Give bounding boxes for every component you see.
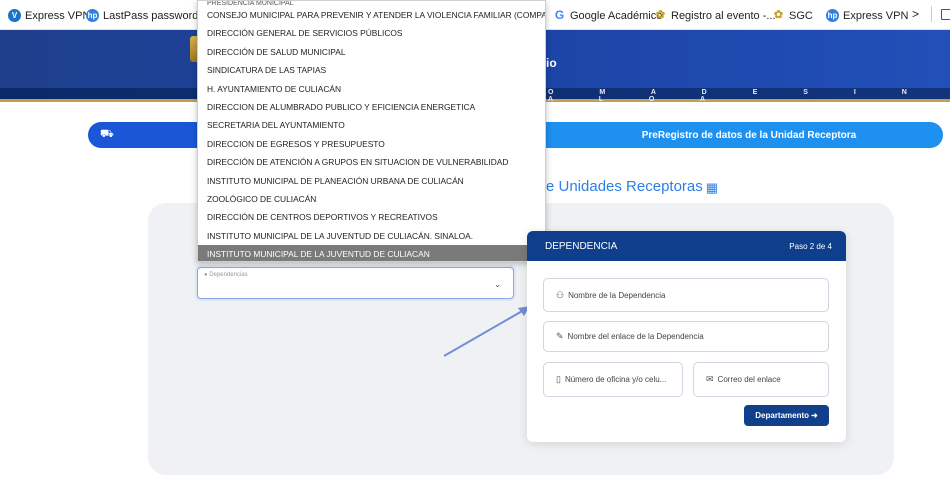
dropdown-option-selected[interactable]: INSTITUTO MUNICIPAL DE LA JUVENTUD DE CU… [198,245,545,261]
bookmark-sgc[interactable]: ✿ SGC [772,9,813,22]
dependencia-card: DEPENDENCIA Paso 2 de 4 ⚇ Nombre de la D… [527,231,846,442]
correo-enlace-field[interactable]: ✉ Correo del enlace [693,362,829,397]
annotation-arrow [443,306,530,357]
button-label: Departamento [755,411,810,420]
field-placeholder: Número de oficina y/o celu... [564,375,667,384]
dropdown-option[interactable]: DIRECCION DE EGRESOS Y PRESUPUESTO [198,135,545,153]
lastpass-icon: hp [86,9,99,22]
toolbar-divider [931,6,932,22]
arrow-right-icon: ➜ [811,411,818,420]
bookmark-google-academico[interactable]: G Google Académico [553,8,663,22]
users-icon: ⚇ [556,289,565,300]
truck-icon: ⛟ [100,128,114,140]
dropdown-option[interactable]: INSTITUTO MUNICIPAL DE LA JUVENTUD DE CU… [198,227,545,245]
dropdown-option[interactable]: DIRECCIÓN DE SALUD MUNICIPAL [198,43,545,61]
dropdown-option[interactable]: H. AYUNTAMIENTO DE CULIACÁN [198,80,545,98]
nav-step-preregistro[interactable]: PreRegistro de datos de la Unidad Recept… [545,122,943,148]
dropdown-option[interactable]: DIRECCIÓN DE CENTROS DEPORTIVOS Y RECREA… [198,208,545,226]
bookmark-label: Registro al evento -... [671,9,776,22]
envelope-icon: ✉ [706,374,714,384]
card-title: DEPENDENCIA [545,240,618,252]
dependencias-label: ● Dependencias [204,272,248,278]
numero-oficina-field[interactable]: ▯ Número de oficina y/o celu... [543,362,683,397]
bookmark-registro-evento[interactable]: ✿ Registro al evento -... [654,9,776,22]
bookmark-lastpass[interactable]: hp LastPass password... [86,9,208,22]
section-title: e Unidades Receptoras ▦ [546,178,720,195]
dropdown-option[interactable]: SECRETARIA DEL AYUNTAMIENTO [198,116,545,134]
dropdown-option[interactable]: ZOOLÓGICO DE CULIACÁN [198,190,545,208]
bookmark-label: Google Académico [570,9,663,22]
bookmarks-more-chevron-icon[interactable]: > [912,7,919,21]
phone-icon: ▯ [556,374,561,384]
card-header: DEPENDENCIA Paso 2 de 4 [527,231,846,261]
dropdown-option[interactable]: DIRECCIÓN DE ATENCIÓN A GRUPOS EN SITUAC… [198,153,545,171]
user-edit-icon: ✎ [556,331,564,341]
field-placeholder: Nombre de la Dependencia [568,290,666,300]
field-placeholder: Correo del enlace [717,375,781,384]
dependencias-select[interactable]: ● Dependencias ⌄ [197,267,514,299]
nombre-dependencia-field[interactable]: ⚇ Nombre de la Dependencia [543,278,829,312]
google-icon: G [554,8,565,22]
dropdown-option[interactable]: DIRECCION DE ALUMBRADO PUBLICO Y EFICIEN… [198,98,545,116]
dropdown-option[interactable]: DIRECCIÓN GENERAL DE SERVICIOS PÚBLICOS [198,24,545,42]
bookmark-label: SGC [789,9,813,22]
bookmark-express-vpn-2[interactable]: hp Express VPN [826,9,908,22]
registro-icon: ✿ [655,9,666,21]
nav-step-vehicle[interactable]: ⛟ [88,122,208,148]
header-title: io [546,56,557,70]
bookmark-express-vpn[interactable]: V Express VPN [8,9,90,22]
bookmark-label: Express VPN [843,9,909,22]
nombre-enlace-field[interactable]: ✎ Nombre del enlace de la Dependencia [543,321,829,352]
express-vpn-icon: hp [826,9,839,22]
building-icon: ▦ [705,180,719,195]
departamento-button[interactable]: Departamento ➜ [744,405,829,426]
folder-icon[interactable] [941,9,950,20]
bookmark-label: LastPass password... [103,9,208,22]
dropdown-option[interactable]: INSTITUTO MUNICIPAL DE PLANEACIÓN URBANA… [198,172,545,190]
dropdown-option[interactable]: SINDICATURA DE LAS TAPIAS [198,61,545,79]
dropdown-option[interactable]: CONSEJO MUNICIPAL PARA PREVENIR Y ATENDE… [198,6,545,24]
step-indicator: Paso 2 de 4 [789,241,832,251]
bookmark-label: Express VPN [25,9,91,22]
field-placeholder: Nombre del enlace de la Dependencia [567,332,704,341]
dependencias-dropdown-list[interactable]: PRESIDENCIA MUNICIPAL CONSEJO MUNICIPAL … [197,0,546,262]
sgc-icon: ✿ [773,9,784,21]
section-title-text: e Unidades Receptoras [546,178,703,195]
express-vpn-icon: V [8,9,21,22]
nav-step-label: PreRegistro de datos de la Unidad Recept… [641,129,857,141]
header-subbar-text: O M A D E S I N A L O A [548,89,929,103]
chevron-down-icon: ⌄ [494,280,501,289]
